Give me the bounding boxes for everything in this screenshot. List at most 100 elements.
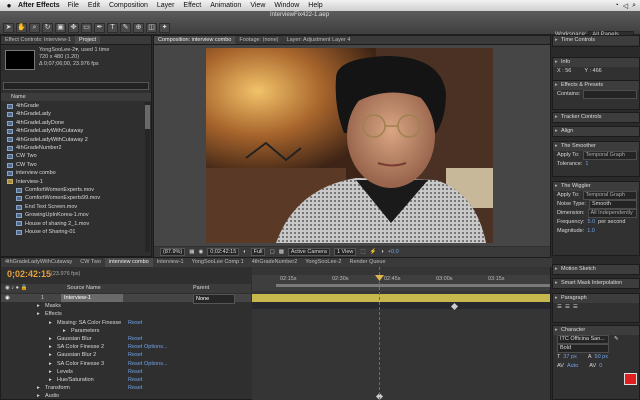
transparency-icon[interactable]: ▩ — [279, 249, 284, 255]
reset-link[interactable]: Reset — [128, 319, 142, 327]
time-ruler[interactable]: 02:15s 02:30s 02:45s 03:00s 03:15s — [252, 275, 550, 291]
options-link[interactable]: Options... — [144, 360, 168, 368]
menu-effect[interactable]: Effect — [183, 2, 201, 9]
clone-tool-icon[interactable]: ⊕ — [133, 23, 144, 33]
timeline-tab[interactable]: CW Two — [76, 258, 105, 267]
twirl-icon[interactable]: ▸ — [37, 302, 40, 310]
layer-duration-bar[interactable] — [252, 294, 550, 302]
motion-sketch-header[interactable]: Motion Sketch — [553, 265, 639, 274]
property-row[interactable]: ▸ Missing: SA Color Finesse Reset — [1, 319, 251, 327]
menu-composition[interactable]: Composition — [109, 2, 148, 9]
twirl-icon[interactable]: ▸ — [49, 376, 52, 384]
character-header[interactable]: Character — [553, 326, 639, 335]
layer-row[interactable]: ◉ 1 Interview-1 None — [1, 294, 251, 305]
timeline-graph-area[interactable]: 02:15s 02:30s 02:45s 03:00s 03:15s — [252, 267, 550, 400]
wiggler-header[interactable]: The Wiggler — [553, 182, 639, 191]
font-style-dropdown[interactable]: Bold — [557, 344, 609, 353]
reset-link[interactable]: Reset — [128, 368, 142, 376]
property-row[interactable]: ▸ SA Color Finesse 2 Reset Options... — [1, 343, 251, 351]
reset-link[interactable]: Reset — [128, 343, 142, 351]
property-row[interactable]: ▸ Audio — [1, 392, 251, 400]
timeline-tab[interactable]: Interview-1 — [153, 258, 188, 267]
video-frame[interactable] — [206, 48, 493, 243]
reset-link[interactable]: Reset — [128, 351, 142, 359]
property-row[interactable]: ▸ Levels Reset — [1, 368, 251, 376]
twirl-icon[interactable]: ▸ — [49, 351, 52, 359]
eraser-tool-icon[interactable]: ◫ — [146, 23, 157, 33]
timeline-tab[interactable]: 4thGradeLadyWithCutaway — [1, 258, 76, 267]
project-item[interactable]: Interview-1 — [3, 178, 143, 186]
timeline-current-time[interactable]: 0;02:42:15 — [7, 269, 51, 279]
pixel-aspect-icon[interactable]: ⬚ — [360, 249, 365, 255]
paragraph-header[interactable]: Paragraph — [553, 294, 639, 303]
project-item[interactable]: House of Sharing-01 — [3, 228, 143, 236]
timeline-tab[interactable]: YongSooLee-2 — [301, 258, 345, 267]
property-row[interactable]: ▸ Masks — [1, 302, 251, 310]
project-scrollbar[interactable] — [145, 102, 150, 252]
pan-behind-tool-icon[interactable]: ✥ — [68, 23, 79, 33]
noise-type-dropdown[interactable]: Smooth — [588, 200, 637, 209]
dimension-dropdown[interactable]: All Independently — [587, 209, 637, 218]
tracking-value[interactable]: 0 — [599, 362, 602, 371]
menu-help[interactable]: Help — [308, 2, 322, 9]
twirl-icon[interactable]: ▸ — [49, 319, 52, 327]
scroll-thumb[interactable] — [145, 105, 150, 129]
project-item[interactable]: 4thGradeLadyDone — [3, 119, 143, 127]
camera-snapshot-icon[interactable]: ◉ — [198, 249, 203, 255]
effects-presets-header[interactable]: Effects & Presets — [553, 81, 639, 90]
align-right-icon[interactable]: ☰ — [573, 303, 578, 312]
kerning-value[interactable]: Auto — [567, 362, 578, 371]
project-item[interactable]: 4thGradeLady — [3, 110, 143, 118]
menu-view[interactable]: View — [250, 2, 265, 9]
tolerance-value[interactable]: 1 — [585, 160, 588, 169]
project-item[interactable]: interview combo — [3, 169, 143, 177]
frequency-value[interactable]: 5.0 — [588, 218, 596, 227]
reset-link[interactable]: Reset — [128, 360, 142, 368]
menu-edit[interactable]: Edit — [88, 2, 100, 9]
twirl-icon[interactable]: ▸ — [49, 335, 52, 343]
project-item[interactable]: CW Two — [3, 152, 143, 160]
smoother-header[interactable]: The Smoother — [553, 142, 639, 151]
menu-layer[interactable]: Layer — [157, 2, 175, 9]
grid-icon[interactable]: ▦ — [189, 249, 194, 255]
reset-link[interactable]: Reset — [128, 335, 142, 343]
exposure-value[interactable]: +0.0 — [388, 249, 399, 255]
tab-project[interactable]: Project — [74, 36, 101, 44]
property-row[interactable]: ▸ Hue/Saturation Reset — [1, 376, 251, 384]
twirl-icon[interactable]: ▸ — [63, 327, 66, 335]
property-row[interactable]: ▸ SA Color Finesse 3 Reset Options... — [1, 360, 251, 368]
property-row[interactable]: ▸ Transform Reset — [1, 384, 251, 392]
tab-footage[interactable]: Footage: (none) — [235, 36, 282, 44]
viewer-timecode[interactable]: 0;02:42:15 — [207, 248, 240, 256]
tracker-header[interactable]: Tracker Controls — [553, 113, 639, 122]
options-link[interactable]: Options... — [144, 343, 168, 351]
rectangle-tool-icon[interactable]: ▭ — [81, 23, 92, 33]
fill-color-swatch[interactable] — [624, 373, 637, 385]
rotate-tool-icon[interactable]: ↻ — [42, 23, 53, 33]
info-header[interactable]: Info — [553, 58, 639, 67]
tab-layer[interactable]: Layer: Adjustment Layer 4 — [283, 36, 355, 44]
text-tool-icon[interactable]: T — [107, 23, 118, 33]
selection-tool-icon[interactable]: ➤ — [3, 23, 14, 33]
project-item[interactable]: 4thGradeLadyWithCutaway 2 — [3, 136, 143, 144]
magnitude-value[interactable]: 1.0 — [587, 227, 595, 236]
menu-animation[interactable]: Animation — [210, 2, 241, 9]
eyedropper-icon[interactable]: ✎ — [614, 335, 619, 344]
twirl-icon[interactable]: ▸ — [49, 368, 52, 376]
align-left-icon[interactable]: ☰ — [557, 303, 562, 312]
timeline-tab[interactable]: YongSooLee Comp 1 — [188, 258, 248, 267]
twirl-icon[interactable]: ▸ — [37, 392, 40, 400]
font-dropdown[interactable]: ITC Officina San... — [557, 335, 609, 344]
align-header[interactable]: Align — [553, 127, 639, 136]
wiggler-apply-dropdown[interactable]: Temporal Graph — [582, 191, 637, 200]
twirl-icon[interactable]: ▸ — [49, 360, 52, 368]
property-row[interactable]: ▸ Parameters — [1, 327, 251, 335]
timeline-tab[interactable]: interview combo — [104, 258, 153, 267]
timeline-tab[interactable]: 4thGradeNumber2 — [248, 258, 302, 267]
column-name[interactable]: Name — [11, 94, 26, 100]
eye-icon[interactable]: ◉ — [5, 294, 10, 302]
menu-window[interactable]: Window — [274, 2, 299, 9]
camera-dropdown[interactable]: Active Camera — [287, 248, 330, 256]
project-item[interactable]: 4thGradeLadyWithCutaway — [3, 127, 143, 135]
view-layout-dropdown[interactable]: 1 View — [333, 248, 357, 256]
